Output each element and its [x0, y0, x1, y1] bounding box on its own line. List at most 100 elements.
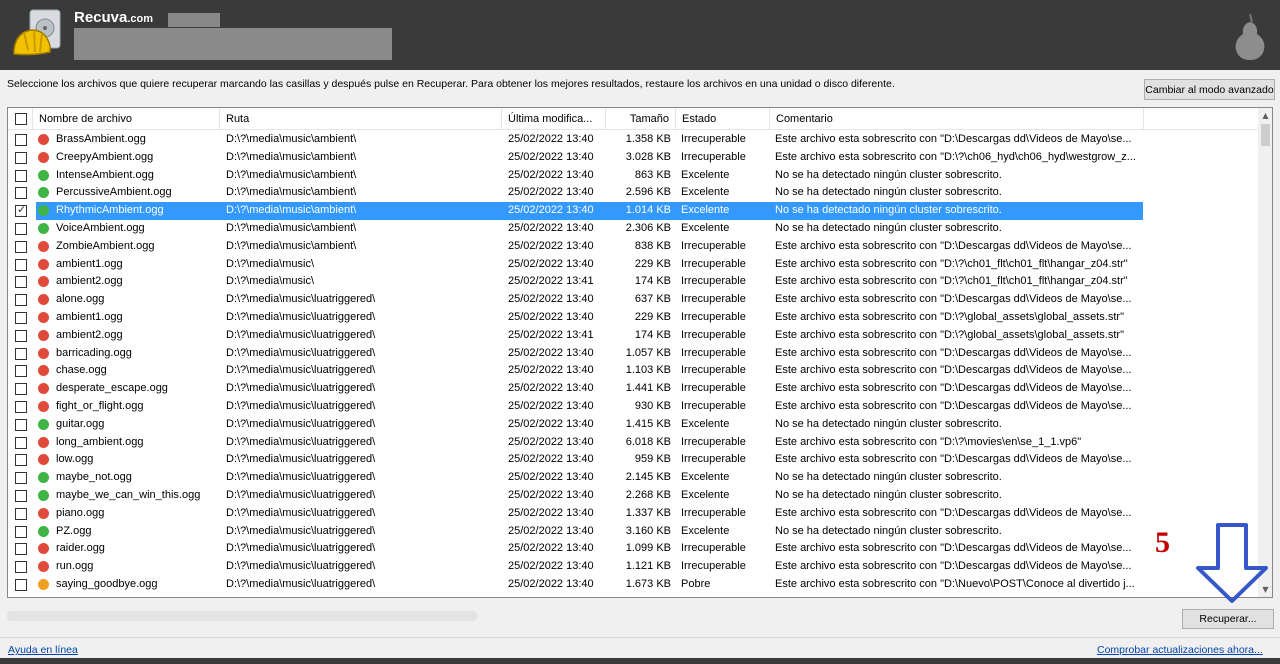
table-row[interactable]: chase.ogg D:\?\media\music\luatriggered\ 2…	[8, 362, 1258, 380]
column-header-state[interactable]: Estado	[676, 108, 770, 130]
modified-date: 25/02/2022 13:40	[508, 364, 594, 377]
table-row[interactable]: run.ogg D:\?\media\music\luatriggered\ 25/…	[8, 558, 1258, 576]
column-header-size[interactable]: Tamaño	[606, 108, 676, 130]
table-row[interactable]: maybe_we_can_win_this.ogg D:\?\media\musi…	[8, 487, 1258, 505]
online-help-link[interactable]: Ayuda en línea	[8, 644, 78, 656]
modified-date: 25/02/2022 13:40	[508, 435, 594, 448]
file-path: D:\?\media\music\luatriggered\	[226, 399, 376, 412]
file-path: D:\?\media\music\luatriggered\	[226, 346, 376, 359]
row-checkbox[interactable]	[15, 489, 27, 502]
row-checkbox[interactable]	[15, 294, 27, 307]
status-green-icon	[38, 187, 49, 199]
file-path: D:\?\media\music\ambient\	[226, 186, 357, 199]
recovery-comment: No se ha detectado ningún cluster sobres…	[775, 221, 1002, 234]
row-cells: PercussiveAmbient.ogg D:\?\media\music\am…	[36, 184, 1143, 202]
row-checkbox[interactable]	[15, 525, 27, 538]
column-header-modified[interactable]: Última modifica...	[502, 108, 606, 130]
row-checkbox[interactable]	[15, 169, 27, 182]
file-path: D:\?\media\music\luatriggered\	[226, 417, 376, 430]
table-row[interactable]: BrassAmbient.ogg D:\?\media\music\ambient…	[8, 131, 1258, 149]
row-checkbox[interactable]	[15, 383, 27, 396]
file-path: D:\?\media\music\ambient\	[226, 150, 357, 163]
table-row[interactable]: ambient1.ogg D:\?\media\music\ 25/02/2022 …	[8, 256, 1258, 274]
table-row[interactable]: alone.ogg D:\?\media\music\luatriggered\ 2…	[8, 291, 1258, 309]
column-header-comment[interactable]: Comentario	[770, 108, 1144, 130]
file-list-table[interactable]: Nombre de archivo Ruta Última modifica..…	[7, 107, 1273, 598]
table-row[interactable]: guitar.ogg D:\?\media\music\luatriggered\…	[8, 416, 1258, 434]
modified-date: 25/02/2022 13:41	[508, 275, 594, 288]
table-row[interactable]: ambient2.ogg D:\?\media\music\luatriggere…	[8, 327, 1258, 345]
table-row[interactable]: ambient1.ogg D:\?\media\music\luatriggere…	[8, 309, 1258, 327]
row-checkbox[interactable]	[15, 418, 27, 431]
row-checkbox[interactable]	[15, 203, 27, 218]
recover-button[interactable]: Recuperar...	[1182, 609, 1274, 629]
row-checkbox[interactable]	[15, 187, 27, 200]
file-name: guitar.ogg	[56, 417, 105, 430]
row-checkbox[interactable]	[15, 329, 27, 342]
row-checkbox[interactable]	[15, 436, 27, 449]
table-row[interactable]: CreepyAmbient.ogg D:\?\media\music\ambien…	[8, 149, 1258, 167]
row-checkbox[interactable]	[15, 347, 27, 360]
row-checkbox[interactable]	[15, 400, 27, 413]
advanced-mode-button[interactable]: Cambiar al modo avanzado	[1144, 79, 1275, 100]
row-checkbox[interactable]	[15, 222, 27, 235]
table-row[interactable]: piano.ogg D:\?\media\music\luatriggered\ 2…	[8, 505, 1258, 523]
recovery-comment: Este archivo esta sobrescrito con "D:\De…	[775, 506, 1132, 519]
modified-date: 25/02/2022 13:40	[508, 488, 594, 501]
recovery-comment: Este archivo esta sobrescrito con "D:\?\…	[775, 310, 1124, 323]
row-checkbox[interactable]	[15, 276, 27, 289]
scroll-up-icon[interactable]: ▲	[1258, 108, 1272, 123]
row-cells: piano.ogg D:\?\media\music\luatriggered\ 2…	[36, 505, 1143, 523]
select-all-header[interactable]	[8, 108, 33, 130]
table-header: Nombre de archivo Ruta Última modifica..…	[8, 108, 1258, 130]
table-row[interactable]: VoiceAmbient.ogg D:\?\media\music\ambient…	[8, 220, 1258, 238]
row-checkbox[interactable]	[15, 454, 27, 467]
table-row[interactable]: ambient2.ogg D:\?\media\music\ 25/02/2022 …	[8, 273, 1258, 291]
scrollbar-thumb[interactable]	[1261, 124, 1270, 146]
table-row[interactable]: maybe_not.ogg D:\?\media\music\luatrigger…	[8, 469, 1258, 487]
table-row[interactable]: low.ogg D:\?\media\music\luatriggered\ 25/…	[8, 451, 1258, 469]
modified-date: 25/02/2022 13:40	[508, 417, 594, 430]
file-path: D:\?\media\music\luatriggered\	[226, 542, 376, 555]
row-checkbox[interactable]	[15, 561, 27, 574]
table-row[interactable]: desperate_escape.ogg D:\?\media\music\lua…	[8, 380, 1258, 398]
row-checkbox[interactable]	[15, 507, 27, 520]
row-checkbox[interactable]	[15, 365, 27, 378]
select-all-checkbox[interactable]	[15, 113, 27, 125]
file-name: fight_or_flight.ogg	[56, 399, 144, 412]
table-row[interactable]: PercussiveAmbient.ogg D:\?\media\music\am…	[8, 184, 1258, 202]
table-row[interactable]: IntenseAmbient.ogg D:\?\media\music\ambie…	[8, 167, 1258, 185]
modified-date: 25/02/2022 13:41	[508, 328, 594, 341]
row-checkbox[interactable]	[15, 258, 27, 271]
status-red-icon	[38, 347, 49, 359]
modified-date: 25/02/2022 13:40	[508, 471, 594, 484]
row-checkbox[interactable]	[15, 543, 27, 556]
table-row[interactable]: barricading.ogg D:\?\media\music\luatrigg…	[8, 345, 1258, 363]
file-path: D:\?\media\music\luatriggered\	[226, 560, 376, 573]
row-checkbox[interactable]	[15, 151, 27, 164]
table-row[interactable]: PZ.ogg D:\?\media\music\luatriggered\ 25/0…	[8, 523, 1258, 541]
column-header-path[interactable]: Ruta	[220, 108, 502, 130]
row-checkbox[interactable]	[15, 311, 27, 324]
row-cells: ambient1.ogg D:\?\media\music\luatriggere…	[36, 309, 1143, 327]
row-checkbox[interactable]	[15, 472, 27, 485]
row-checkbox[interactable]	[15, 578, 27, 591]
file-path: D:\?\media\music\luatriggered\	[226, 488, 376, 501]
status-red-icon	[38, 400, 49, 412]
file-name: desperate_escape.ogg	[56, 382, 168, 395]
row-checkbox[interactable]	[15, 134, 27, 146]
table-row[interactable]: RhythmicAmbient.ogg D:\?\media\music\ambi…	[8, 202, 1258, 220]
table-row[interactable]: raider.ogg D:\?\media\music\luatriggered\…	[8, 540, 1258, 558]
table-row[interactable]: long_ambient.ogg D:\?\media\music\luatrig…	[8, 434, 1258, 452]
status-red-icon	[38, 329, 49, 341]
modified-date: 25/02/2022 13:40	[508, 399, 594, 412]
table-row[interactable]: ZombieAmbient.ogg D:\?\media\music\ambien…	[8, 238, 1258, 256]
row-checkbox[interactable]	[15, 240, 27, 253]
table-row[interactable]: fight_or_flight.ogg D:\?\media\music\luat…	[8, 398, 1258, 416]
column-header-name[interactable]: Nombre de archivo	[33, 108, 220, 130]
recovery-state: Pobre	[681, 577, 711, 590]
row-cells: RhythmicAmbient.ogg D:\?\media\music\ambi…	[36, 202, 1143, 220]
table-row[interactable]: saying_goodbye.ogg D:\?\media\music\luatr…	[8, 576, 1258, 594]
check-updates-link[interactable]: Comprobar actualizaciones ahora...	[1097, 644, 1263, 656]
table-body: BrassAmbient.ogg D:\?\media\music\ambient…	[8, 131, 1258, 594]
